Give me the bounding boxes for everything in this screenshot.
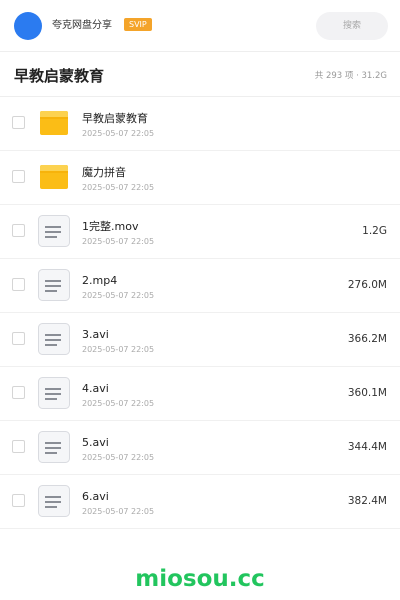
file-name[interactable]: 3.avi [82,328,109,342]
select-checkbox[interactable] [12,494,25,507]
folder-header: 早教启蒙教育 共 293 项 · 31.2G [0,53,400,97]
file-name[interactable]: 2.mp4 [82,274,117,288]
document-icon [38,215,70,247]
file-row[interactable]: 1完整.mov 2025-05-07 22:05 1.2G [0,205,400,259]
file-name[interactable]: 4.avi [82,382,109,396]
select-checkbox[interactable] [12,278,25,291]
select-checkbox[interactable] [12,386,25,399]
folder-summary: 共 293 项 · 31.2G [314,71,387,81]
file-name[interactable]: 6.avi [82,490,109,504]
avatar[interactable] [14,12,42,40]
search-input[interactable]: 搜索 [316,12,388,40]
file-row[interactable]: 魔力拼音 2025-05-07 22:05 [0,151,400,205]
select-checkbox[interactable] [12,116,25,129]
file-size: 366.2M [347,333,387,345]
document-icon [38,485,70,517]
file-row[interactable]: 6.avi 2025-05-07 22:05 382.4M [0,475,400,529]
page-title: 早教启蒙教育 [14,67,105,85]
file-name[interactable]: 早教启蒙教育 [82,112,148,126]
document-icon [38,377,70,409]
file-name[interactable]: 1完整.mov [82,220,138,234]
file-date: 2025-05-07 22:05 [82,507,155,516]
select-checkbox[interactable] [12,170,25,183]
top-bar: 夸克网盘分享 SVIP 搜索 [0,0,400,52]
vip-badge: SVIP [124,18,152,31]
file-name[interactable]: 魔力拼音 [82,166,126,180]
account-name[interactable]: 夸克网盘分享 [52,20,112,32]
file-size: 360.1M [347,387,387,399]
file-size: 1.2G [362,225,387,237]
file-list: 早教启蒙教育 2025-05-07 22:05 魔力拼音 2025-05-07 22:… [0,97,400,529]
file-row[interactable]: 5.avi 2025-05-07 22:05 344.4M [0,421,400,475]
file-date: 2025-05-07 22:05 [82,453,155,462]
document-icon [38,431,70,463]
file-size: 382.4M [347,495,387,507]
file-date: 2025-05-07 22:05 [82,345,155,354]
file-date: 2025-05-07 22:05 [82,129,155,138]
folder-icon [38,107,70,139]
file-date: 2025-05-07 22:05 [82,399,155,408]
document-icon [38,269,70,301]
file-date: 2025-05-07 22:05 [82,291,155,300]
watermark: miosou.cc [135,566,265,592]
file-row[interactable]: 4.avi 2025-05-07 22:05 360.1M [0,367,400,421]
select-checkbox[interactable] [12,332,25,345]
file-size: 276.0M [347,279,387,291]
document-icon [38,323,70,355]
folder-icon [38,161,70,193]
file-size: 344.4M [347,441,387,453]
file-date: 2025-05-07 22:05 [82,237,155,246]
select-checkbox[interactable] [12,224,25,237]
file-row[interactable]: 3.avi 2025-05-07 22:05 366.2M [0,313,400,367]
file-date: 2025-05-07 22:05 [82,183,155,192]
file-row[interactable]: 2.mp4 2025-05-07 22:05 276.0M [0,259,400,313]
select-checkbox[interactable] [12,440,25,453]
file-name[interactable]: 5.avi [82,436,109,450]
file-row[interactable]: 早教启蒙教育 2025-05-07 22:05 [0,97,400,151]
